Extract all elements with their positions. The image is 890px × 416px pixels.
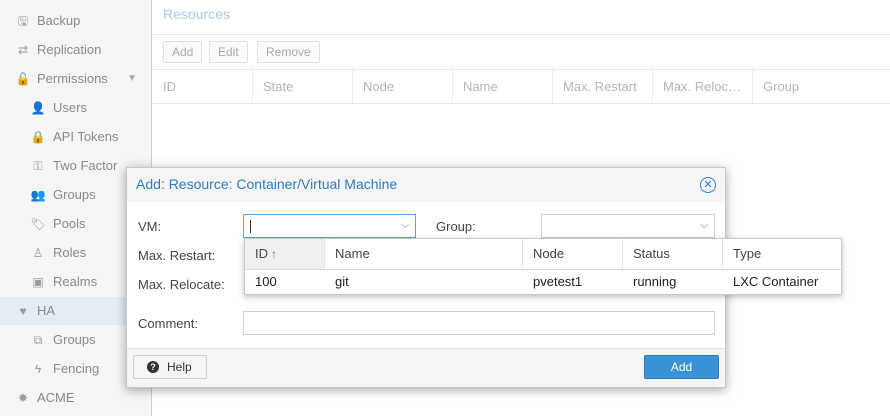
picker-column-name[interactable]: Name	[325, 239, 523, 269]
vm-label: VM:	[138, 219, 162, 234]
group-combobox[interactable]: ⌵	[541, 214, 715, 238]
address-book-icon: ▣	[32, 275, 44, 289]
sidebar-item-permissions[interactable]: 🔓 Permissions ▼	[0, 65, 151, 93]
row-status: running	[633, 274, 677, 289]
column-header-state[interactable]: State	[253, 70, 353, 103]
picker-header: ID ↑ Name Node Status Type	[245, 239, 841, 270]
column-header-id[interactable]: ID	[153, 70, 253, 103]
male-icon: ♙	[32, 246, 44, 260]
edit-button[interactable]: Edit	[209, 41, 248, 63]
heartbeat-icon: ♥	[19, 304, 27, 318]
panel-title: Resources	[163, 6, 230, 22]
sidebar-item-label: Backup	[37, 13, 81, 28]
help-button-label: Help	[167, 360, 192, 374]
tags-icon: 🏷	[30, 217, 46, 231]
sidebar-item-acme[interactable]: ✸ ACME	[0, 384, 151, 412]
sidebar-item-label: Users	[53, 100, 87, 115]
floppy-icon: 🖫	[17, 14, 29, 28]
text-cursor	[250, 220, 251, 233]
sidebar-item-label: Groups	[53, 187, 96, 202]
toolbar: Add Edit Remove	[153, 34, 890, 69]
sidebar-item-label: ACME	[37, 390, 75, 405]
column-header-node[interactable]: Node	[353, 70, 453, 103]
certificate-icon: ✸	[17, 391, 29, 405]
sidebar-item-label: Fencing	[53, 361, 100, 376]
dialog-add-button[interactable]: Add	[644, 355, 719, 379]
key-icon: ⚿	[33, 159, 43, 173]
unlock-icon: 🔓	[15, 72, 31, 86]
column-header-max-restart[interactable]: Max. Restart	[553, 70, 653, 103]
grid-header: ID State Node Name Max. Restart Max. Rel…	[153, 69, 890, 104]
column-header-group[interactable]: Group	[753, 70, 890, 103]
picker-column-status[interactable]: Status	[623, 239, 723, 269]
sidebar-item-label: Roles	[53, 245, 87, 260]
chevron-down-icon[interactable]: ⌵	[700, 215, 708, 237]
comment-field[interactable]	[243, 311, 715, 335]
sidebar-item-label: Replication	[37, 42, 102, 57]
sidebar-item-label: Groups	[53, 332, 96, 347]
sidebar-item-backup[interactable]: 🖫 Backup	[0, 7, 151, 35]
picker-column-type[interactable]: Type	[723, 239, 841, 269]
sidebar-item-api-tokens[interactable]: 🔒 API Tokens	[0, 123, 151, 151]
picker-column-label: ID	[255, 246, 268, 261]
sidebar-item-label: Permissions	[37, 71, 108, 86]
sidebar-item-label: API Tokens	[53, 129, 119, 144]
sidebar-item-label: HA	[37, 303, 56, 318]
chevron-down-icon[interactable]: ▼	[127, 65, 137, 93]
object-group-icon: ⧉	[33, 333, 43, 347]
sidebar-item-users[interactable]: 👤 Users	[0, 94, 151, 122]
row-id: 100	[255, 274, 277, 289]
picker-column-node[interactable]: Node	[523, 239, 623, 269]
vm-combobox[interactable]: ⌵	[243, 214, 416, 238]
sidebar-item-label: Realms	[53, 274, 98, 289]
lock-icon: 🔒	[30, 130, 46, 144]
sidebar-item-label: Two Factor	[53, 158, 118, 173]
column-header-max-relocate[interactable]: Max. Reloc…	[653, 70, 753, 103]
vm-picker-dropdown: ID ↑ Name Node Status Type 100 git pvetes…	[244, 238, 842, 295]
row-type: LXC Container	[733, 274, 819, 289]
bolt-icon: ϟ	[34, 362, 42, 376]
users-icon: 👥	[30, 188, 46, 202]
dialog-header: Add: Resource: Container/Virtual Machine…	[127, 168, 725, 202]
row-node: pvetest1	[533, 274, 583, 289]
user-icon: 👤	[30, 101, 46, 115]
replication-icon: ⇄	[17, 43, 29, 57]
close-icon[interactable]: ✕	[700, 177, 716, 193]
column-header-name[interactable]: Name	[453, 70, 553, 103]
sidebar-item-label: Pools	[53, 216, 86, 231]
chevron-down-icon[interactable]: ⌵	[401, 215, 409, 237]
dialog-title: Add: Resource: Container/Virtual Machine	[136, 176, 398, 192]
comment-label: Comment:	[138, 316, 198, 331]
max-relocate-label: Max. Relocate:	[138, 277, 225, 292]
add-button[interactable]: Add	[163, 41, 203, 63]
dialog-footer: ? Help Add	[127, 348, 725, 387]
row-name: git	[335, 274, 349, 289]
picker-column-id[interactable]: ID ↑	[245, 239, 325, 269]
max-restart-label: Max. Restart:	[138, 248, 216, 263]
sort-ascending-icon: ↑	[271, 247, 277, 261]
remove-button[interactable]: Remove	[257, 41, 320, 63]
help-button[interactable]: ? Help	[133, 355, 207, 379]
sidebar-item-replication[interactable]: ⇄ Replication	[0, 36, 151, 64]
question-circle-icon: ?	[147, 361, 159, 373]
group-label: Group:	[436, 219, 476, 234]
